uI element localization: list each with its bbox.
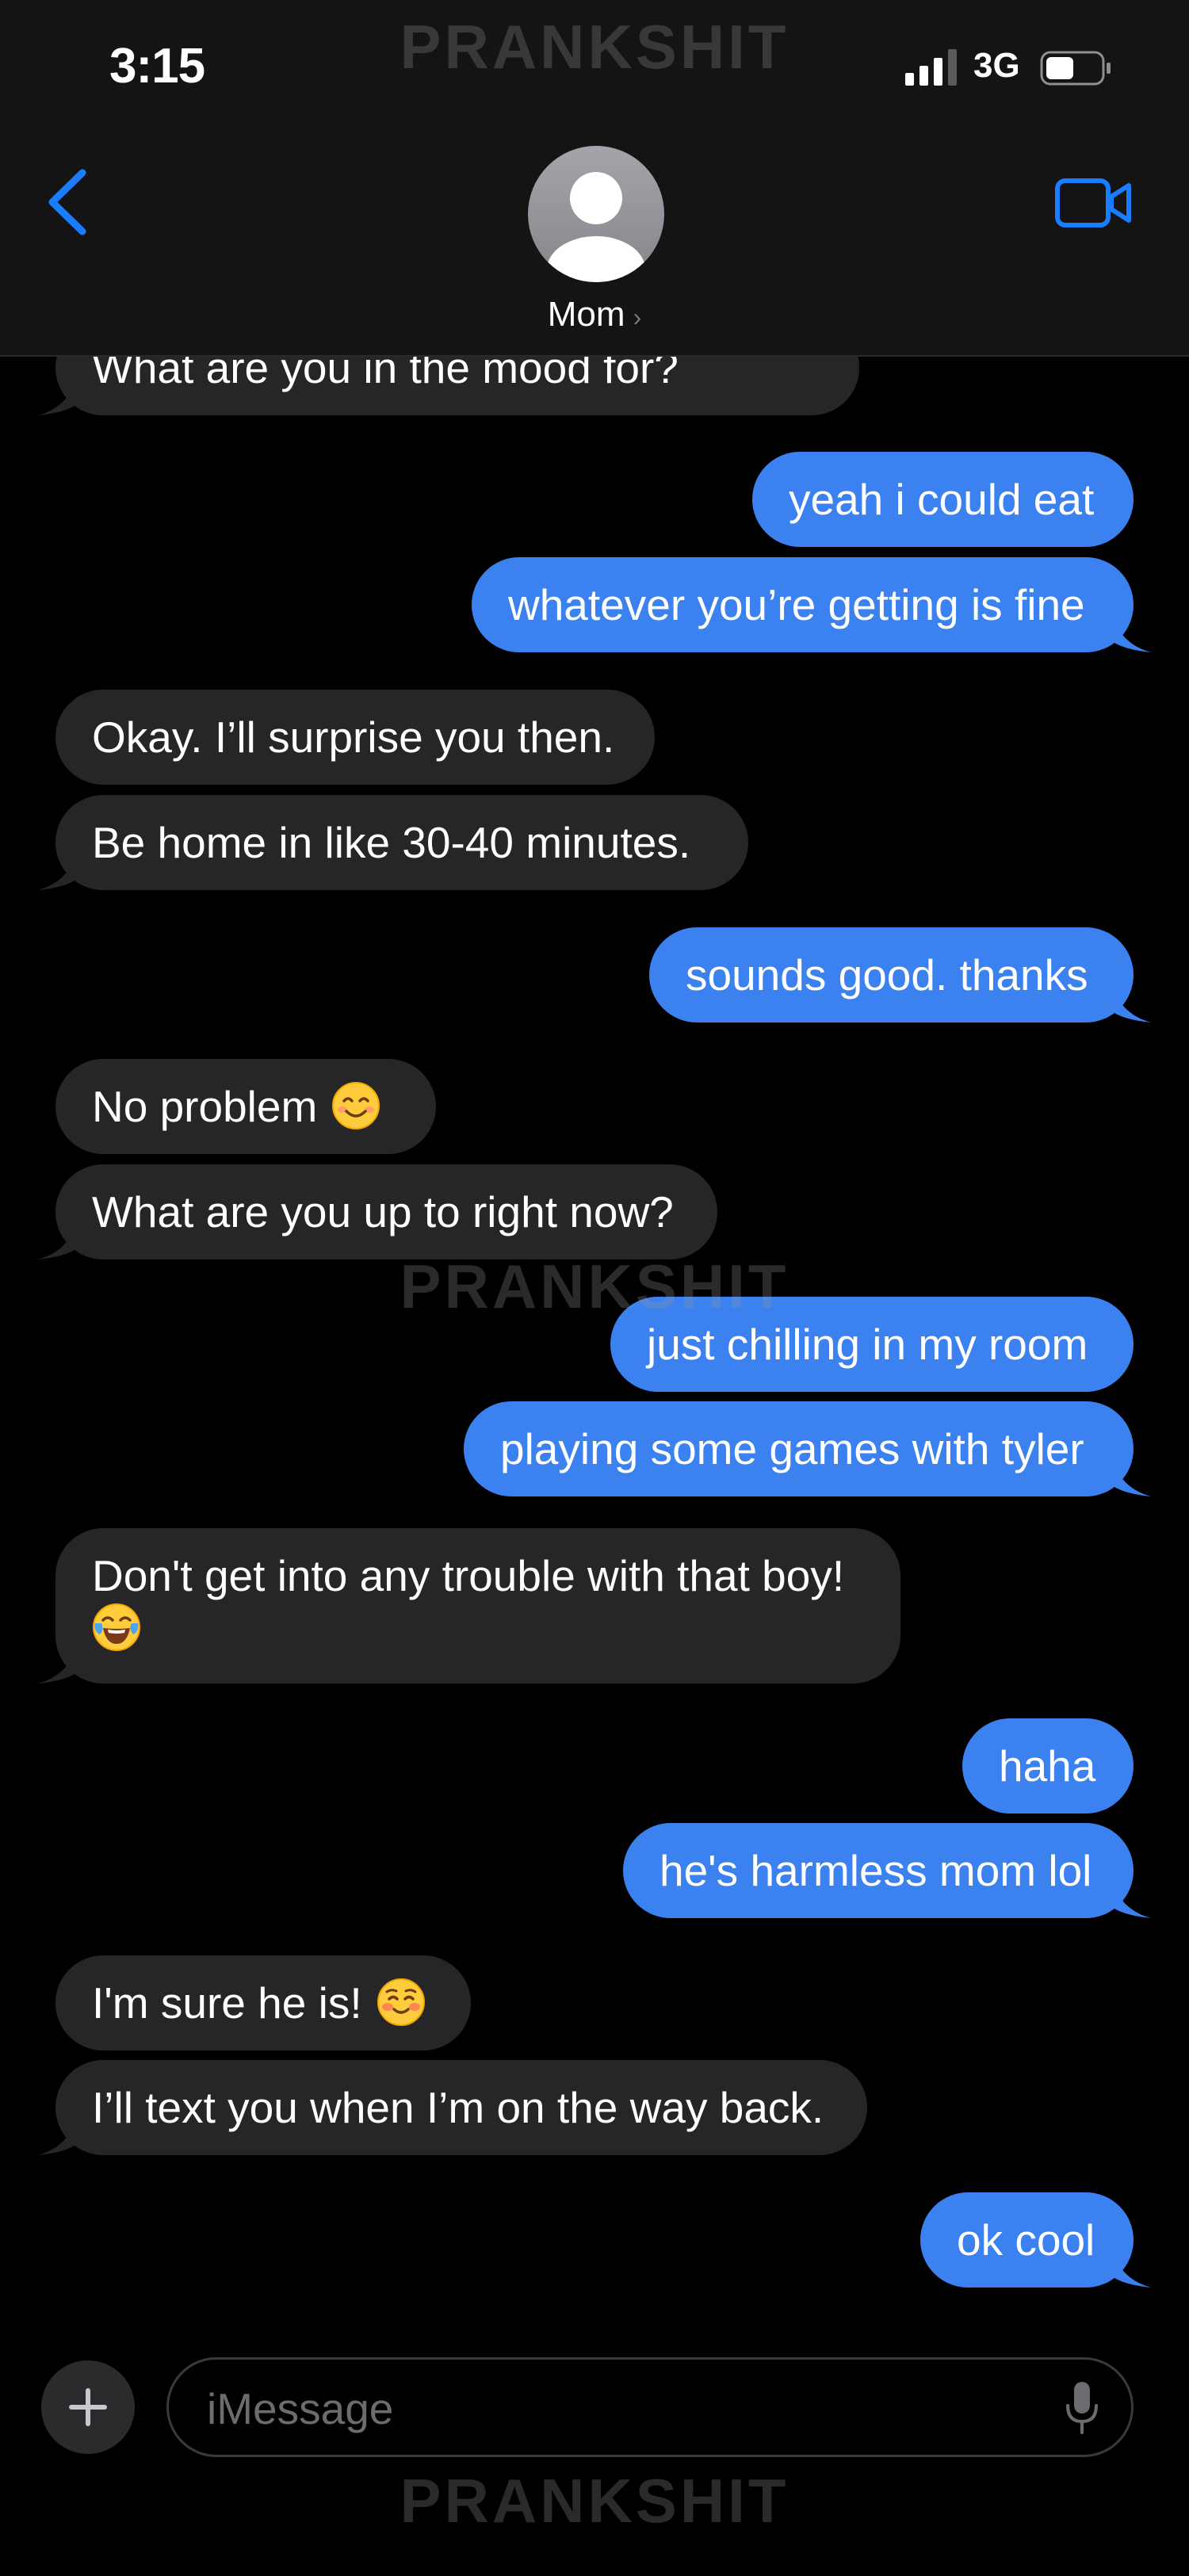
bubble-tail [1114,1885,1151,1918]
sent-message[interactable]: playing some games with tyler [464,1401,1134,1496]
microphone-icon[interactable] [1065,2380,1099,2436]
received-message[interactable]: What are you up to right now? [55,1164,717,1259]
message-text: No problem [92,1082,318,1131]
sent-message[interactable]: whatever you’re getting is fine [472,557,1134,652]
received-message[interactable]: I’ll text you when I’m on the way back. [55,2060,867,2155]
person-icon[interactable] [528,146,664,282]
sent-message[interactable]: he's harmless mom lol [623,1823,1134,1918]
received-message[interactable]: Don't get into any trouble with that boy… [55,1528,900,1684]
bubble-tail [1114,989,1151,1022]
message-text: Don't get into any trouble with that boy… [92,1551,845,1600]
chevron-left-icon[interactable] [41,166,97,238]
add-attachment-button[interactable] [41,2360,135,2454]
video-camera-icon[interactable] [1054,176,1134,230]
bubble-tail [38,1650,75,1684]
bubble-tail [38,2122,75,2155]
conversation-header: 3:15 3G Mom › [0,0,1189,357]
bubble-tail [38,382,75,415]
face-with-tears-of-joy-icon [93,1603,140,1651]
bubble-tail [38,1226,75,1259]
message-input[interactable]: iMessage [166,2357,1134,2457]
received-message[interactable]: No problem [55,1059,436,1154]
sent-message[interactable]: haha [962,1718,1134,1814]
sent-message[interactable]: ok cool [920,2192,1134,2287]
battery-icon [1040,51,1111,86]
sent-message[interactable]: yeah i could eat [752,452,1134,547]
network-type: 3G [973,46,1020,85]
sent-message[interactable]: just chilling in my room [610,1297,1134,1392]
smiling-face-with-smiling-eyes-icon [332,1082,380,1130]
bubble-tail [38,857,75,890]
status-time: 3:15 [109,39,205,94]
chevron-right-icon: › [633,303,642,331]
plus-icon [69,2388,107,2426]
bubble-tail [1114,1463,1151,1496]
smiling-face-with-blush-icon [377,1978,425,2027]
received-message[interactable]: Okay. I’ll surprise you then. [55,690,655,785]
received-message[interactable]: Be home in like 30-40 minutes. [55,795,748,890]
cellular-signal-icon [905,49,957,86]
bubble-tail [1114,2254,1151,2287]
watermark-bottom: PRANKSHIT [400,2466,789,2536]
message-text: I'm sure he is! [92,1978,362,2028]
received-message[interactable]: I'm sure he is! [55,1955,471,2050]
contact-name-button[interactable]: Mom › [0,295,1189,334]
contact-name: Mom [547,295,625,334]
sent-message[interactable]: sounds good. thanks [649,927,1134,1022]
message-input-placeholder: iMessage [207,2384,394,2433]
bubble-tail [1114,619,1151,652]
